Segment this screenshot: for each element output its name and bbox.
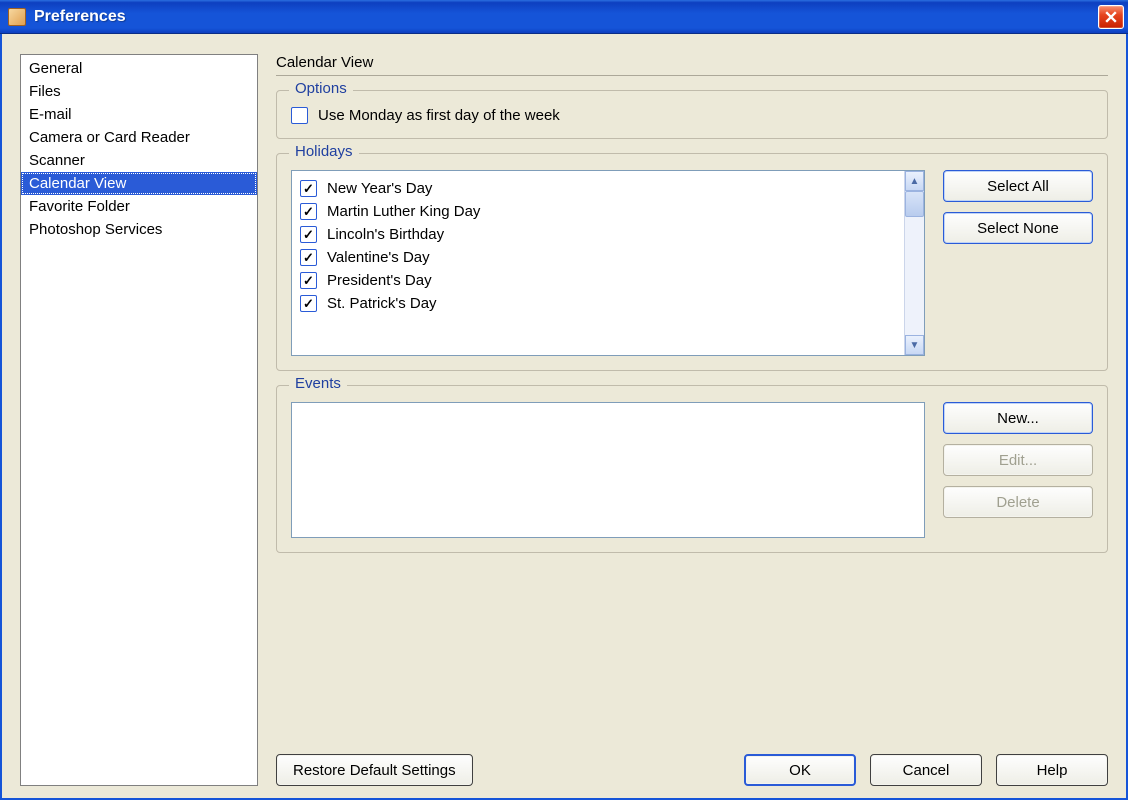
holiday-label: St. Patrick's Day [327, 295, 437, 312]
options-group: Options Use Monday as first day of the w… [276, 90, 1108, 139]
ok-button[interactable]: OK [744, 754, 856, 786]
holidays-legend: Holidays [289, 143, 359, 160]
holiday-item[interactable]: Valentine's Day [300, 246, 896, 269]
restore-defaults-button[interactable]: Restore Default Settings [276, 754, 473, 786]
events-list[interactable] [291, 402, 925, 538]
monday-first-row[interactable]: Use Monday as first day of the week [291, 107, 1093, 124]
holiday-label: President's Day [327, 272, 432, 289]
dialog-footer: Restore Default Settings OK Cancel Help [276, 746, 1108, 786]
sidebar-item-files[interactable]: Files [21, 80, 257, 103]
window-body: GeneralFilesE-mailCamera or Card ReaderS… [0, 34, 1128, 800]
sidebar-item-calendar-view[interactable]: Calendar View [21, 172, 257, 195]
monday-first-checkbox[interactable] [291, 107, 308, 124]
scroll-down-button[interactable]: ▼ [905, 335, 924, 355]
events-group: Events New... Edit... Delete [276, 385, 1108, 553]
close-button[interactable] [1098, 5, 1124, 29]
scroll-up-button[interactable]: ▲ [905, 171, 924, 191]
holiday-item[interactable]: New Year's Day [300, 177, 896, 200]
holiday-item[interactable]: President's Day [300, 269, 896, 292]
holiday-checkbox[interactable] [300, 180, 317, 197]
sidebar: GeneralFilesE-mailCamera or Card ReaderS… [20, 54, 258, 786]
titlebar: Preferences [0, 0, 1128, 34]
edit-event-button: Edit... [943, 444, 1093, 476]
holiday-list[interactable]: New Year's Day Martin Luther King Day Linc… [291, 170, 925, 356]
scroll-track[interactable] [905, 191, 924, 335]
holiday-checkbox[interactable] [300, 249, 317, 266]
sidebar-item-e-mail[interactable]: E-mail [21, 103, 257, 126]
holiday-checkbox[interactable] [300, 203, 317, 220]
holiday-label: New Year's Day [327, 180, 432, 197]
monday-first-label: Use Monday as first day of the week [318, 107, 560, 124]
holiday-item[interactable]: St. Patrick's Day [300, 292, 896, 315]
app-icon [8, 8, 26, 26]
sidebar-item-scanner[interactable]: Scanner [21, 149, 257, 172]
holiday-item[interactable]: Lincoln's Birthday [300, 223, 896, 246]
holiday-label: Martin Luther King Day [327, 203, 480, 220]
sidebar-item-favorite-folder[interactable]: Favorite Folder [21, 195, 257, 218]
scroll-thumb[interactable] [905, 191, 924, 217]
holiday-label: Valentine's Day [327, 249, 430, 266]
sidebar-item-photoshop-services[interactable]: Photoshop Services [21, 218, 257, 241]
help-button[interactable]: Help [996, 754, 1108, 786]
delete-event-button: Delete [943, 486, 1093, 518]
section-title: Calendar View [276, 54, 1108, 76]
holiday-item[interactable]: Martin Luther King Day [300, 200, 896, 223]
select-all-button[interactable]: Select All [943, 170, 1093, 202]
holiday-checkbox[interactable] [300, 226, 317, 243]
holiday-checkbox[interactable] [300, 295, 317, 312]
close-icon [1105, 11, 1117, 23]
holiday-checkbox[interactable] [300, 272, 317, 289]
main-panel: Calendar View Options Use Monday as firs… [276, 54, 1108, 786]
holidays-group: Holidays New Year's DayMartin Luther Kin… [276, 153, 1108, 371]
cancel-button[interactable]: Cancel [870, 754, 982, 786]
sidebar-item-general[interactable]: General [21, 57, 257, 80]
window-title: Preferences [34, 8, 126, 26]
sidebar-item-camera-or-card-reader[interactable]: Camera or Card Reader [21, 126, 257, 149]
select-none-button[interactable]: Select None [943, 212, 1093, 244]
holiday-label: Lincoln's Birthday [327, 226, 444, 243]
options-legend: Options [289, 80, 353, 97]
events-legend: Events [289, 375, 347, 392]
holiday-scrollbar[interactable]: ▲ ▼ [904, 171, 924, 355]
new-event-button[interactable]: New... [943, 402, 1093, 434]
